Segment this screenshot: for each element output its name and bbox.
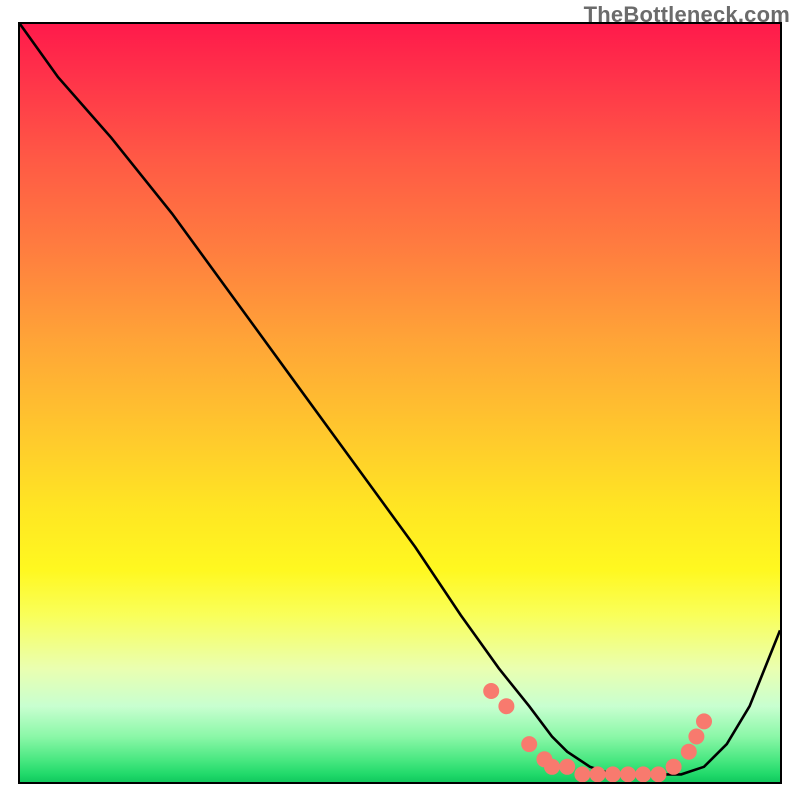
highlight-marker xyxy=(696,713,712,729)
highlight-marker xyxy=(590,766,606,782)
highlight-marker xyxy=(666,759,682,775)
highlight-marker xyxy=(620,766,636,782)
highlight-markers xyxy=(483,683,712,782)
highlight-marker xyxy=(498,698,514,714)
plot-area xyxy=(18,22,782,784)
highlight-marker xyxy=(521,736,537,752)
bottleneck-curve xyxy=(20,24,780,774)
highlight-marker xyxy=(635,766,651,782)
curve-svg xyxy=(20,24,780,782)
highlight-marker xyxy=(681,744,697,760)
highlight-marker xyxy=(544,759,560,775)
highlight-marker xyxy=(483,683,499,699)
highlight-marker xyxy=(605,766,621,782)
highlight-marker xyxy=(559,759,575,775)
highlight-marker xyxy=(650,766,666,782)
highlight-marker xyxy=(574,766,590,782)
chart-canvas: TheBottleneck.com xyxy=(0,0,800,800)
highlight-marker xyxy=(688,729,704,745)
